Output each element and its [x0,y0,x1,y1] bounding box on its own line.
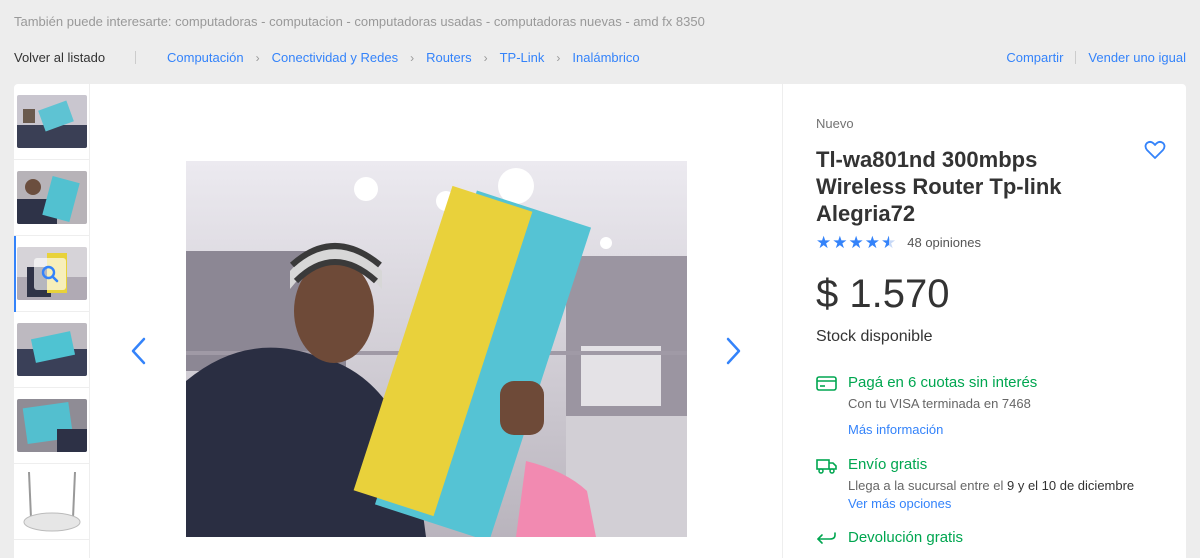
thumbnail-5[interactable] [14,388,90,464]
thumbnail-image [17,95,87,148]
breadcrumb-item-tplink[interactable]: TP-Link [500,50,545,65]
shipping-title: Envío gratis [848,456,928,473]
nav-divider [1075,51,1077,64]
product-title: Tl-wa801nd 300mbps Wireless Router Tp-li… [816,147,1062,226]
thumbnail-image [17,399,87,452]
payment-subtitle: Con tu VISA terminada en 7468 [848,396,1031,411]
rating[interactable]: ★ ★ ★ ★ ★ 48 opiniones [816,234,981,251]
thumbnail-list [14,84,90,558]
breadcrumb-item-computacion[interactable]: Computación [167,50,244,65]
returns-info: Devolución gratis [816,529,1176,558]
breadcrumb-item-routers[interactable]: Routers [426,50,472,65]
thumbnail-6[interactable] [14,464,90,540]
chevron-right-icon: › [483,50,488,65]
chevron-left-icon[interactable] [128,336,152,366]
returns-title: Devolución gratis [848,529,964,546]
nav-actions: Compartir Vender uno igual [1006,50,1186,65]
star-icon: ★ [848,233,864,252]
breadcrumb: Computación › Conectividad y Redes › Rou… [139,50,640,65]
more-info-link[interactable]: Más información [848,422,943,437]
stock-status: Stock disponible [816,328,933,345]
breadcrumb-item-inalambrico[interactable]: Inalámbrico [572,50,639,65]
sell-similar-link[interactable]: Vender uno igual [1088,50,1186,65]
price: $ 1.570 [816,272,950,316]
product-info-panel: Nuevo Tl-wa801nd 300mbps Wireless Router… [782,84,1186,558]
thumbnail-3[interactable] [14,236,90,312]
star-icon: ★ [864,233,880,252]
shipping-subtitle: Llega a la sucursal entre el 9 y el 10 d… [848,478,1134,493]
reviews-count[interactable]: 48 opiniones [907,235,981,250]
breadcrumb-item-conectividad[interactable]: Conectividad y Redes [272,50,398,65]
payment-title: Pagá en 6 cuotas sin interés [848,374,1038,391]
product-card: Nuevo Tl-wa801nd 300mbps Wireless Router… [14,84,1186,558]
shipping-info: Envío gratis Llega a la sucursal entre e… [816,456,1176,516]
thumbnail-1[interactable] [14,84,90,160]
shipping-subtitle-text: Llega a la sucursal entre el [848,478,1007,493]
credit-card-icon [816,376,838,392]
thumbnail-image [17,171,87,224]
chevron-right-icon[interactable] [720,336,744,366]
payment-info: Pagá en 6 cuotas sin interés Con tu VISA… [816,374,1176,444]
thumbnail-image [17,323,87,376]
shipping-dates: 9 y el 10 de diciembre [1006,478,1135,493]
zoom-icon [34,258,66,290]
condition-label: Nuevo [816,116,854,131]
truck-icon [816,458,838,474]
navigation-bar: Volver al listado Computación › Conectiv… [14,50,1186,66]
share-link[interactable]: Compartir [1006,50,1063,65]
main-product-image[interactable] [186,161,687,537]
back-to-list-link[interactable]: Volver al listado [14,50,105,65]
heart-icon[interactable] [1144,140,1166,160]
thumbnail-4[interactable] [14,312,90,388]
thumbnail-image [17,466,87,538]
star-icon: ★ [832,233,848,252]
rating-stars: ★ ★ ★ ★ ★ [816,234,897,251]
chevron-right-icon: › [255,50,260,65]
nav-divider [135,51,136,64]
image-gallery [90,84,782,558]
chevron-right-icon: › [556,50,561,65]
star-icon: ★ [816,233,832,252]
thumbnail-2[interactable] [14,160,90,236]
star-half-icon: ★ [881,233,897,252]
chevron-right-icon: › [410,50,415,65]
related-searches[interactable]: También puede interesarte: computadoras … [14,14,705,29]
return-arrow-icon [816,531,838,547]
more-options-link[interactable]: Ver más opciones [848,496,951,511]
